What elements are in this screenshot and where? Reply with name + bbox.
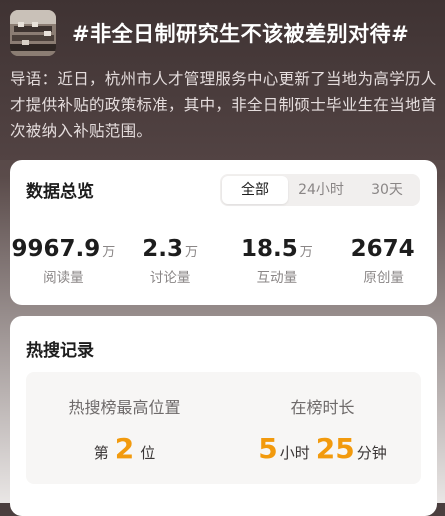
time-range-tabs: 全部 24小时 30天 [220,174,420,206]
time-on-list-label: 在榜时长 [290,398,355,417]
metric-value: 18.5 [240,236,298,262]
metric-label: 原创量 [363,270,404,286]
minutes-value: 25 [315,432,355,465]
metric-value: 2674 [350,236,415,262]
metric-unit: 万 [184,245,198,260]
metric-label: 讨论量 [149,270,191,286]
hot-search-summary: 热搜榜最高位置 第2位 在榜时长 5 小时 25 分钟 [26,372,421,484]
peak-position: 热搜榜最高位置 第2位 [26,394,223,465]
peak-prefix: 第 [93,444,109,462]
hours-unit: 小时 [279,444,310,462]
metric-unit: 万 [102,245,116,260]
metric-discussions: 2.3 万 讨论量 [117,236,224,286]
metric-interactions: 18.5 万 互动量 [224,236,331,286]
peak-rank-value: 2 [114,432,135,465]
time-on-list: 在榜时长 5 小时 25 分钟 [224,394,421,465]
minutes-unit: 分钟 [356,444,387,462]
hours-value: 5 [258,432,278,465]
tab-24h[interactable]: 24小时 [288,176,354,204]
hot-search-record-card: 热搜记录 热搜榜最高位置 第2位 在榜时长 5 小时 25 分钟 [10,316,437,516]
metric-unit: 万 [299,245,313,260]
metric-label: 阅读量 [43,270,84,286]
topic-title: #非全日制研究生不该被差别对待# [72,22,410,46]
tab-30d[interactable]: 30天 [354,176,420,204]
topic-header: #非全日制研究生不该被差别对待# 导语：近日，杭州市人才管理服务中心更新了当地为… [0,0,445,160]
topic-lead: 导语：近日，杭州市人才管理服务中心更新了当地为高学历人才提供补贴的政策标准，其中… [10,70,437,140]
stats-title: 数据总览 [26,182,94,202]
peak-position-label: 热搜榜最高位置 [68,398,181,417]
metric-label: 互动量 [256,270,298,286]
metric-reads: 9967.9 万 阅读量 [10,236,117,286]
classroom-photo-thumbnail [10,10,56,56]
stats-overview-card: 数据总览 全部 24小时 30天 9967.9 万 阅读量 2.3 万 讨论量 18… [10,160,437,305]
metric-value: 2.3 [142,236,183,262]
metric-value: 9967.9 [11,236,101,262]
tab-all[interactable]: 全部 [222,176,288,204]
metrics-row: 9967.9 万 阅读量 2.3 万 讨论量 18.5 万 互动量 2674 原创量 [10,236,437,286]
hot-search-title: 热搜记录 [26,341,94,361]
peak-suffix: 位 [140,444,156,462]
metric-originals: 2674 原创量 [330,236,437,286]
